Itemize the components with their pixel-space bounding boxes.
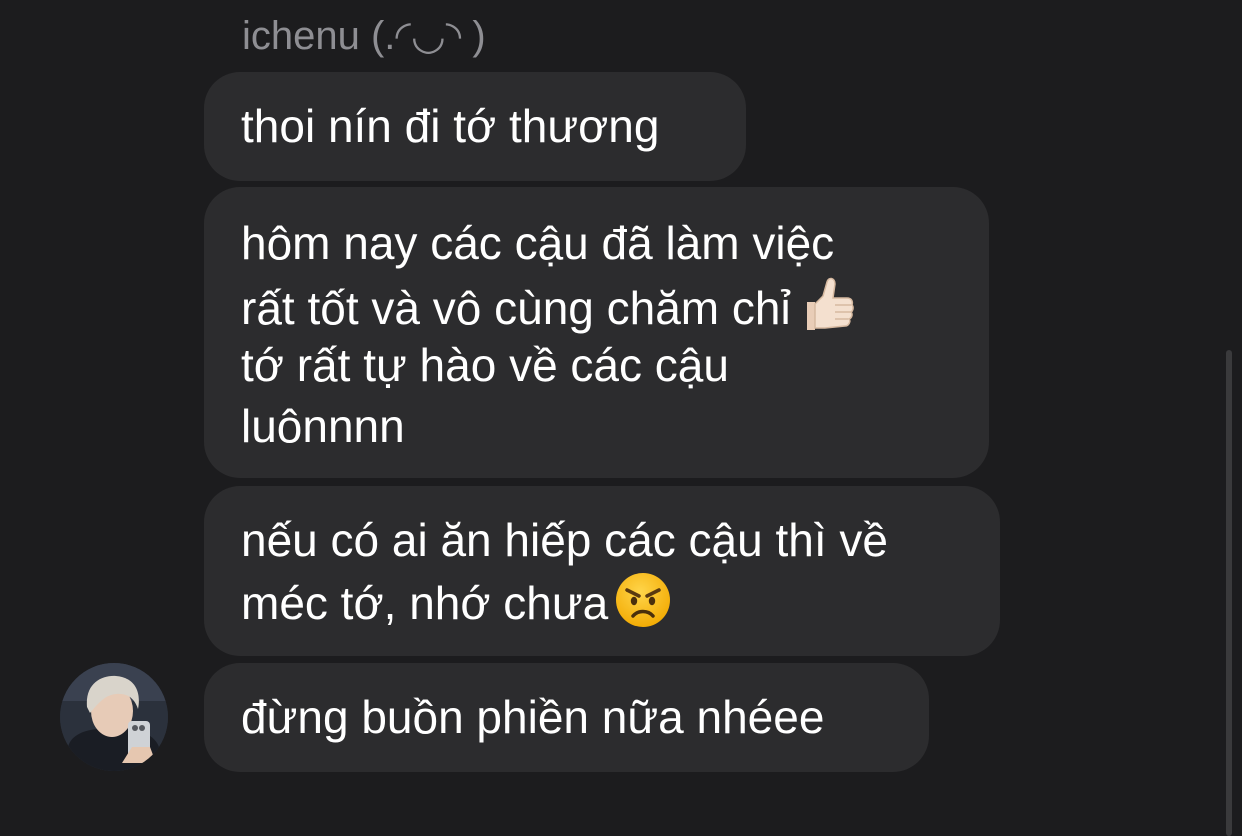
message-text: thoi nín đi tớ thương [241,100,660,152]
message-text: luônnnn [241,400,405,452]
message-text: rất tốt và vô cùng chăm chỉ [241,282,791,334]
message-bubble[interactable]: hôm nay các cậu đã làm việc rất tốt và v… [204,187,989,478]
message-text: đừng buồn phiền nữa nhéee [241,691,825,743]
message-bubble[interactable]: nếu có ai ăn hiếp các cậu thì về méc tớ,… [204,486,1000,656]
message-text: nếu có ai ăn hiếp các cậu thì về [241,514,888,566]
angry-face-icon [614,571,672,644]
avatar[interactable] [60,663,168,771]
sender-name[interactable]: ichenu (.◜◡◝ ) [242,12,486,60]
message-text: méc tớ, nhớ chưa [241,577,609,629]
message-bubble[interactable]: thoi nín đi tớ thương [204,72,746,181]
message-text-line: rất tốt và vô cùng chăm chỉ [241,274,952,335]
scrollbar[interactable] [1226,350,1232,836]
chat-screen: ichenu (.◜◡◝ ) thoi nín đi tớ thương hôm… [0,0,1242,836]
message-text: hôm nay các cậu đã làm việc [241,217,835,269]
thumbs-up-icon [797,274,855,349]
message-bubble[interactable]: đừng buồn phiền nữa nhéee [204,663,929,772]
message-text-line: méc tớ, nhớ chưa [241,571,963,632]
